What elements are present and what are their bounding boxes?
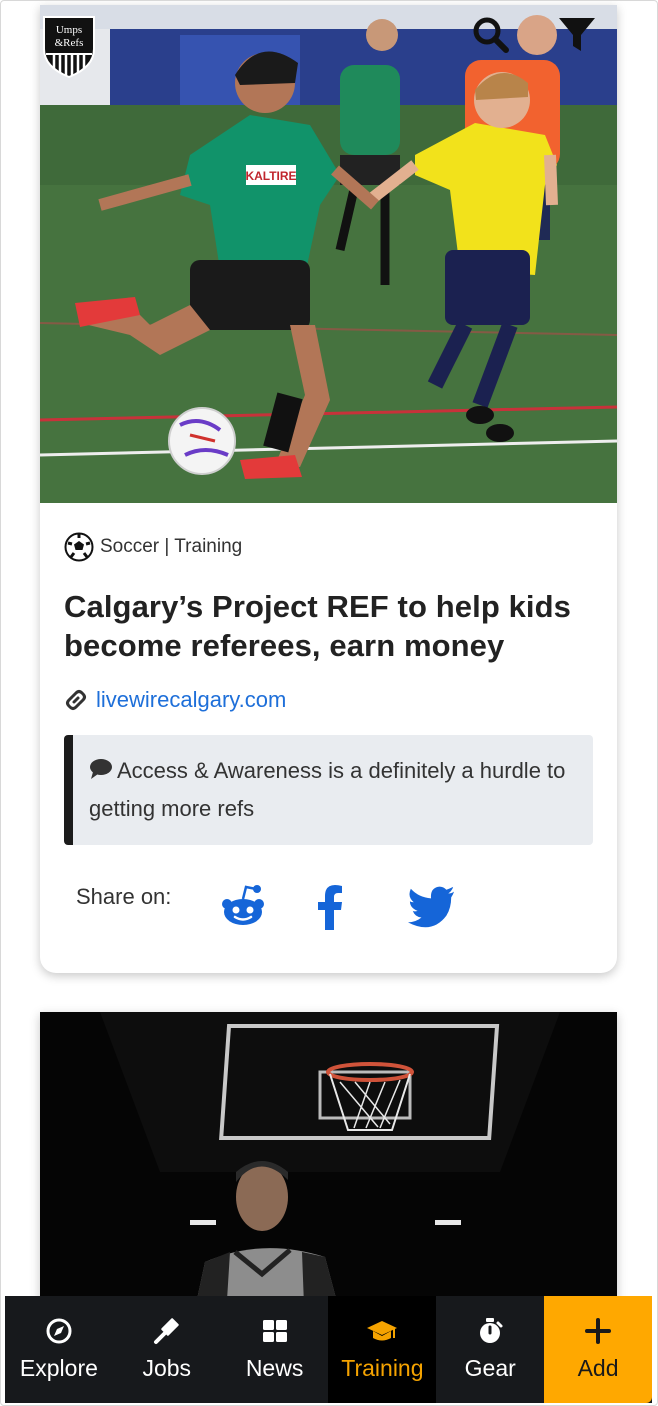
- nav-label-training: Training: [341, 1355, 424, 1381]
- source-link[interactable]: livewirecalgary.com: [96, 687, 286, 713]
- nav-jobs[interactable]: Jobs: [113, 1296, 221, 1403]
- nav-explore[interactable]: Explore: [5, 1296, 113, 1403]
- filter-icon[interactable]: [556, 15, 598, 55]
- article-photo[interactable]: KALTIRE Umps &Refs: [40, 5, 617, 503]
- soccer-photo: KALTIRE: [40, 5, 617, 503]
- nav-label-explore: Explore: [19, 1355, 98, 1381]
- article-comment: Access & Awareness is a definitely a hur…: [64, 735, 593, 845]
- grid-icon: [262, 1320, 287, 1342]
- share-row: Share on:: [64, 883, 593, 931]
- article-card[interactable]: KALTIRE Umps &Refs Soccer | Training Cal…: [40, 5, 617, 973]
- compass-icon: [46, 1318, 72, 1344]
- jersey-sponsor: KALTIRE: [245, 169, 296, 183]
- nav-label-gear: Gear: [464, 1355, 516, 1381]
- share-buttons: [222, 883, 456, 931]
- article-source[interactable]: livewirecalgary.com: [64, 687, 593, 713]
- soccer-ball-icon: [64, 532, 94, 562]
- app-frame: KALTIRE Umps &Refs Soccer | Training Cal…: [0, 0, 658, 1406]
- nav-add[interactable]: Add: [544, 1296, 652, 1403]
- nav-news[interactable]: News: [221, 1296, 329, 1403]
- nav-label-jobs: Jobs: [142, 1355, 192, 1381]
- bottom-nav: Explore Jobs News Training Gear Add: [5, 1296, 652, 1403]
- article-card[interactable]: [40, 1012, 617, 1332]
- article-category: Soccer | Training: [100, 536, 243, 557]
- graduation-cap-icon: [367, 1321, 398, 1341]
- link-icon: [66, 690, 86, 710]
- gavel-icon: [153, 1318, 179, 1344]
- article-body: Soccer | Training Calgary’s Project REF …: [40, 532, 617, 931]
- nav-gear[interactable]: Gear: [436, 1296, 544, 1403]
- facebook-icon[interactable]: [306, 883, 354, 931]
- logo-line1: Umps: [56, 24, 82, 36]
- app-logo[interactable]: Umps &Refs: [42, 15, 96, 79]
- basketball-referee-photo: [40, 1012, 617, 1332]
- nav-label-news: News: [245, 1355, 304, 1381]
- nav-training[interactable]: Training: [328, 1296, 437, 1403]
- stopwatch-icon: [480, 1318, 503, 1343]
- search-icon[interactable]: [471, 15, 511, 55]
- article-photo[interactable]: [40, 1012, 617, 1332]
- comment-text: Access & Awareness is a definitely a hur…: [89, 758, 566, 821]
- reddit-icon[interactable]: [220, 883, 268, 931]
- logo-line2: &Refs: [55, 37, 84, 49]
- plus-icon: [585, 1318, 612, 1344]
- article-title[interactable]: Calgary’s Project REF to help kids becom…: [64, 587, 593, 665]
- article-meta: Soccer | Training: [64, 532, 593, 562]
- share-label: Share on:: [76, 884, 172, 909]
- twitter-icon[interactable]: [408, 883, 456, 931]
- article-feed[interactable]: KALTIRE Umps &Refs Soccer | Training Cal…: [1, 1, 657, 1405]
- nav-label-add: Add: [577, 1355, 619, 1381]
- comment-icon: [90, 759, 112, 779]
